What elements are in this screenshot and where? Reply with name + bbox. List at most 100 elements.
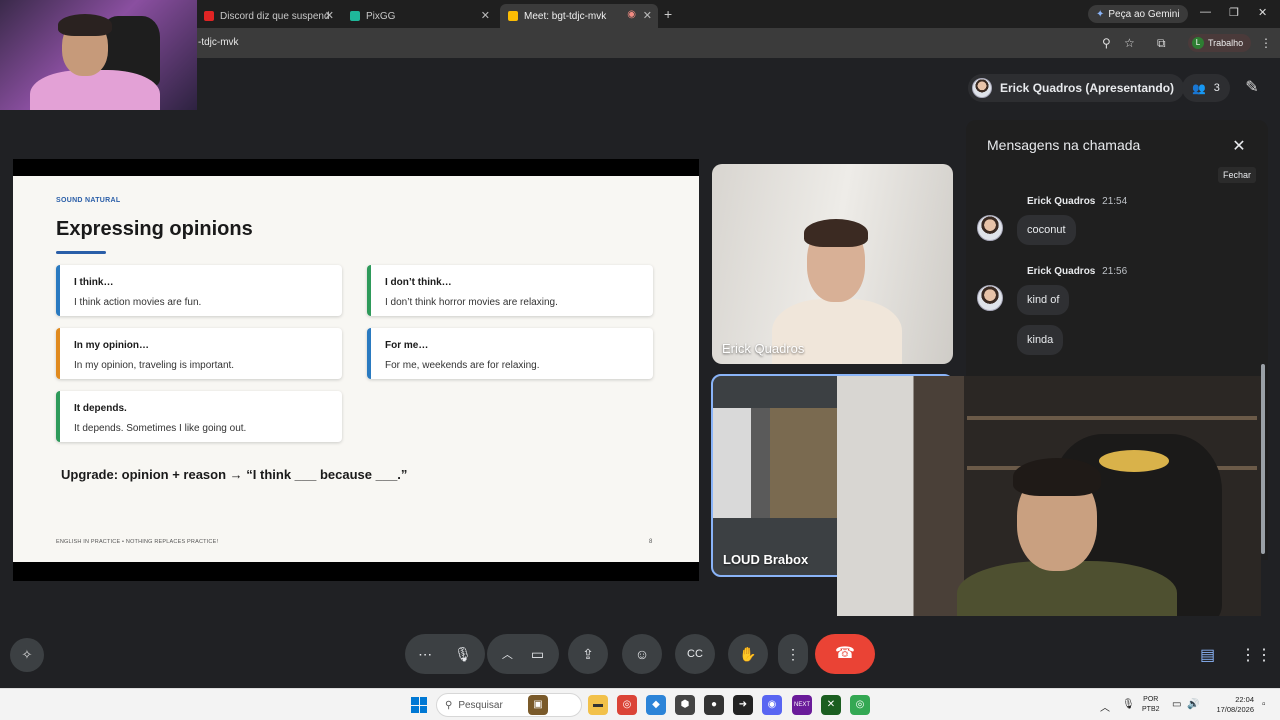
tab-meet[interactable]: Meet: bgt-tdjc-mvk ◉ ✕: [500, 4, 658, 28]
slide-upgrade-text: Upgrade: opinion + reason → “I think ___…: [61, 467, 408, 482]
restore-button[interactable]: ❐: [1229, 6, 1239, 19]
discord-icon[interactable]: ◉: [762, 695, 782, 715]
bookmark-star-icon[interactable]: ☆: [1124, 36, 1135, 50]
present-screen-button[interactable]: ⇪: [568, 634, 608, 674]
camera-icon[interactable]: ▭: [531, 646, 544, 663]
message-time: 21:54: [1102, 196, 1128, 207]
participant-tile-erick[interactable]: Erick Quadros: [712, 164, 953, 364]
profile-avatar: L: [1192, 37, 1204, 49]
presenter-label: Erick Quadros (Apresentando): [1000, 81, 1175, 95]
tab-label: Discord diz que suspendeu live: [220, 10, 330, 22]
phrase-card: In my opinion… In my opinion, traveling …: [56, 328, 342, 379]
chevron-up-icon[interactable]: ︿: [502, 646, 513, 662]
gemini-icon: ✦: [1096, 8, 1105, 20]
app-icon[interactable]: ◆: [646, 695, 666, 715]
message-bubble: kinda: [1017, 325, 1064, 355]
app-icon[interactable]: ⬢: [675, 695, 695, 715]
reactions-button[interactable]: ☺: [622, 634, 662, 674]
slide-title: Expressing opinions: [56, 218, 253, 240]
more-mic-options-icon[interactable]: ⋯: [418, 646, 432, 663]
present-icon: ⇪: [582, 645, 594, 662]
volume-icon[interactable]: 🔊: [1187, 699, 1199, 710]
taskbar-search[interactable]: ⚲ Pesquisar: [436, 693, 582, 717]
activities-button[interactable]: ⋮⋮: [1240, 645, 1272, 665]
chat-title: Mensagens na chamada: [987, 137, 1141, 153]
people-icon: 👥: [1192, 82, 1206, 95]
close-tooltip: Fechar: [1218, 167, 1257, 183]
apps-grid-icon: ⋮⋮: [1240, 647, 1272, 664]
app-icon[interactable]: ➜: [733, 695, 753, 715]
presenter-chip[interactable]: Erick Quadros (Apresentando): [968, 74, 1185, 102]
participant-hair: [804, 219, 868, 247]
hand-icon: ✋: [739, 645, 757, 662]
phrase-heading: I don’t think…: [385, 277, 452, 288]
language-indicator[interactable]: POR PTB2: [1142, 695, 1160, 715]
phrase-heading: For me…: [385, 340, 429, 351]
notifications-icon[interactable]: ▫: [1262, 699, 1266, 710]
phrase-card: For me… For me, weekends are for relaxin…: [367, 328, 653, 379]
keyboard-layout: PTB2: [1142, 706, 1160, 713]
annotate-icon[interactable]: ✎: [1240, 74, 1264, 102]
clock-time: 22:04: [1235, 695, 1254, 704]
end-call-button[interactable]: ☎: [815, 634, 875, 674]
system-clock[interactable]: 22:04 17/08/2026: [1206, 695, 1254, 715]
effects-button[interactable]: ✧: [10, 638, 44, 672]
participant-video: [713, 408, 840, 518]
close-tab-icon[interactable]: ✕: [481, 9, 490, 22]
emoji-icon: ☺: [634, 646, 650, 662]
browser-menu-icon[interactable]: ⋮: [1260, 36, 1272, 50]
taskview-icon[interactable]: ▣: [528, 695, 548, 715]
new-tab-button[interactable]: +: [664, 6, 672, 22]
app-icon[interactable]: NEXT: [792, 695, 812, 715]
tab-discord[interactable]: Discord diz que suspendeu live ✕: [196, 4, 340, 28]
close-tab-icon[interactable]: ✕: [643, 9, 652, 22]
message-sender: Erick Quadros: [1027, 266, 1096, 277]
network-icon[interactable]: ▭: [1172, 699, 1181, 710]
captions-button[interactable]: CC: [675, 634, 715, 674]
streamer-webcam: [0, 0, 197, 110]
close-chat-button[interactable]: ✕: [1228, 136, 1250, 158]
chat-scrollbar[interactable]: [1261, 364, 1265, 554]
minimize-button[interactable]: —: [1200, 6, 1211, 18]
steam-icon[interactable]: ●: [704, 695, 724, 715]
file-explorer-icon[interactable]: ▬: [588, 695, 608, 715]
tab-pixgg[interactable]: PixGG ✕: [342, 4, 496, 28]
phrase-example: For me, weekends are for relaxing.: [385, 360, 540, 371]
close-window-button[interactable]: ✕: [1258, 6, 1267, 19]
presenter-avatar: [972, 78, 992, 98]
message-header: Erick Quadros 21:54: [1027, 196, 1127, 207]
tab-label: Meet: bgt-tdjc-mvk: [524, 10, 607, 22]
gemini-button[interactable]: ✦ Peça ao Gemini: [1088, 5, 1188, 23]
phrase-card: I don’t think… I don’t think horror movi…: [367, 265, 653, 316]
title-underline: [56, 251, 106, 254]
more-vert-icon: ⋮: [786, 645, 800, 662]
windows-start-icon[interactable]: [411, 697, 427, 713]
excel-icon[interactable]: ✕: [821, 695, 841, 715]
phrase-heading: In my opinion…: [74, 340, 149, 351]
raise-hand-button[interactable]: ✋: [728, 634, 768, 674]
phrase-example: In my opinion, traveling is important.: [74, 360, 235, 371]
sender-avatar: [977, 215, 1003, 241]
chrome-icon[interactable]: ◎: [850, 695, 870, 715]
message-header: Erick Quadros 21:56: [1027, 266, 1127, 277]
microphone-icon[interactable]: 🎙: [454, 646, 472, 663]
zoom-icon[interactable]: ⚲: [1102, 36, 1111, 50]
chrome-icon[interactable]: ◎: [617, 695, 637, 715]
more-options-button[interactable]: ⋮: [778, 634, 808, 674]
mic-tray-icon[interactable]: 🎙: [1122, 699, 1135, 710]
slide-footer: ENGLISH IN PRACTICE • NOTHING REPLACES P…: [56, 539, 219, 545]
captions-icon: CC: [687, 648, 703, 660]
streamer-camera-overlay: [837, 376, 1261, 616]
extensions-icon[interactable]: ⧉: [1157, 36, 1166, 51]
phone-hangup-icon: ☎: [835, 645, 855, 662]
tray-chevron-icon[interactable]: ︿: [1100, 699, 1110, 714]
language-code: POR: [1143, 696, 1159, 703]
people-button[interactable]: 👥 3: [1182, 74, 1230, 102]
slide-page-number: 8: [649, 539, 653, 545]
participant-count: 3: [1213, 82, 1220, 94]
tab-favicon-icon: [204, 11, 214, 21]
chat-toggle-button[interactable]: ▤: [1200, 645, 1215, 665]
url-field[interactable]: -tdjc-mvk: [198, 37, 239, 48]
profile-chip[interactable]: L Trabalho: [1188, 34, 1252, 52]
close-tab-icon[interactable]: ✕: [325, 9, 334, 22]
